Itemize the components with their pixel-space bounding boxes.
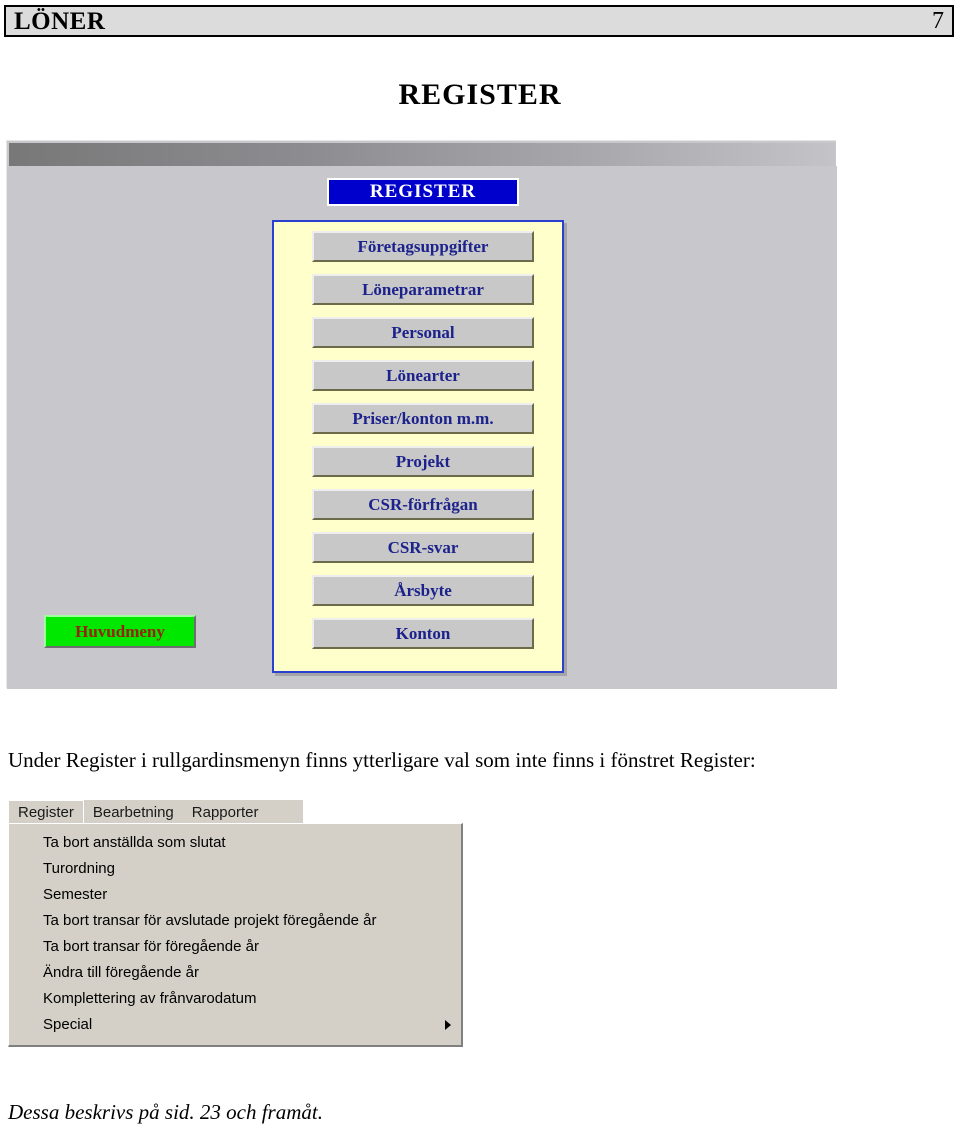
register-button-priser-konton[interactable]: Priser/konton m.m. — [312, 403, 534, 434]
register-button-list: Företagsuppgifter Löneparametrar Persona… — [312, 231, 534, 649]
footer-note: Dessa beskrivs på sid. 23 och framåt. — [8, 1100, 323, 1124]
menu-item-andra-till-foregaende-ar[interactable]: Ändra till föregående år — [9, 960, 461, 986]
menu-item-turordning[interactable]: Turordning — [9, 856, 461, 882]
register-menu-panel: Företagsuppgifter Löneparametrar Persona… — [272, 220, 564, 673]
register-button-loneparametrar[interactable]: Löneparametrar — [312, 274, 534, 305]
menubar: Register Bearbetning Rapporter — [8, 800, 303, 824]
window-titlebar — [9, 143, 835, 166]
register-button-personal[interactable]: Personal — [312, 317, 534, 348]
submenu-arrow-icon — [445, 1020, 451, 1030]
register-button-projekt[interactable]: Projekt — [312, 446, 534, 477]
body-paragraph: Under Register i rullgardinsmenyn finns … — [8, 748, 756, 772]
register-button-csr-svar[interactable]: CSR-svar — [312, 532, 534, 563]
register-button-arsbyte[interactable]: Årsbyte — [312, 575, 534, 606]
register-button-foretagsuppgifter[interactable]: Företagsuppgifter — [312, 231, 534, 262]
page-number: 7 — [932, 8, 944, 34]
page-header-title: LÖNER — [14, 7, 106, 35]
menu-item-special[interactable]: Special — [9, 1012, 461, 1038]
menu-item-ta-bort-anstallda-som-slutat[interactable]: Ta bort anställda som slutat — [9, 830, 461, 856]
dropdown-menu-screenshot: Register Bearbetning Rapporter Ta bort a… — [8, 800, 463, 1047]
menu-item-ta-bort-transar-avslutade-projekt[interactable]: Ta bort transar för avslutade projekt fö… — [9, 908, 461, 934]
menu-item-komplettering-av-franvarodatum[interactable]: Komplettering av frånvarodatum — [9, 986, 461, 1012]
register-dropdown-panel: Ta bort anställda som slutat Turordning … — [8, 823, 463, 1047]
menubar-item-register[interactable]: Register — [8, 800, 84, 824]
menubar-item-rapporter[interactable]: Rapporter — [183, 800, 268, 824]
register-button-lonearter[interactable]: Lönearter — [312, 360, 534, 391]
menu-item-ta-bort-transar-foregaende-ar[interactable]: Ta bort transar för föregående år — [9, 934, 461, 960]
register-button-konton[interactable]: Konton — [312, 618, 534, 649]
register-heading-banner: REGISTER — [327, 178, 519, 206]
register-button-csr-forfragan[interactable]: CSR-förfrågan — [312, 489, 534, 520]
menu-item-special-label: Special — [43, 1016, 93, 1033]
page-title: REGISTER — [398, 78, 562, 111]
page-header-bar: LÖNER 7 — [4, 5, 954, 37]
menu-item-semester[interactable]: Semester — [9, 882, 461, 908]
menubar-item-bearbetning[interactable]: Bearbetning — [84, 800, 183, 824]
huvudmeny-button[interactable]: Huvudmeny — [44, 615, 196, 648]
